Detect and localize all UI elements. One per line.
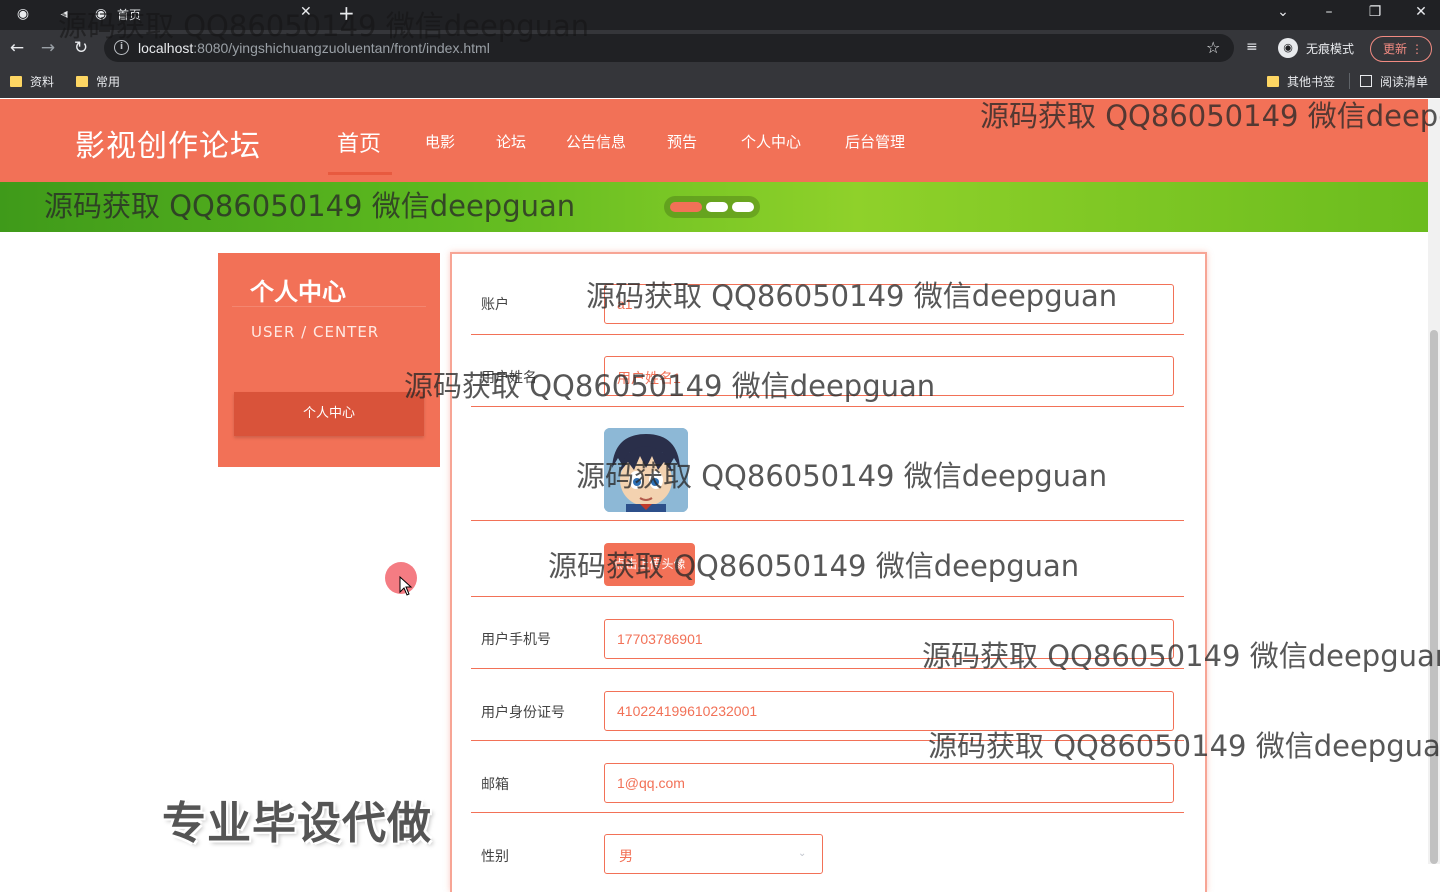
nav-active-underline [328,172,392,175]
watermark: 源码获取 QQ86050149 微信deepguan [928,729,1440,763]
update-button[interactable]: 更新 ⋮ [1370,36,1432,62]
folder-icon [76,76,88,87]
nav-home[interactable]: 首页 [337,126,381,158]
bookmark-label: 资料 [30,75,55,89]
watermark: 源码获取 QQ86050149 微信deepguan [980,99,1440,133]
update-label: 更新 [1383,42,1408,56]
folder-icon [10,76,22,87]
row-divider [471,520,1184,521]
nav-movies[interactable]: 电影 [425,131,455,152]
account-label: 账户 [481,297,509,313]
minimize-icon[interactable]: – [1319,4,1339,20]
tab-search-icon[interactable]: ⌄ [1273,4,1293,20]
gender-value: 男 [619,849,633,865]
bookmark-label: 其他书签 [1287,75,1336,89]
close-window-icon[interactable]: ✕ [1411,4,1431,20]
scrollbar-thumb[interactable] [1430,330,1438,864]
browser-logo-icon: ◉ [16,6,30,22]
watermark: 源码获取 QQ86050149 微信deepguan [58,9,590,43]
nav-admin[interactable]: 后台管理 [845,131,905,152]
row-divider [471,812,1184,813]
bookmark-folder-other[interactable]: 其他书签 [1267,74,1335,90]
bookmark-divider [1349,73,1350,89]
phone-label: 用户手机号 [481,632,551,648]
sidebar-title: 个人中心 [250,278,346,306]
incognito-indicator[interactable]: ◉ 无痕模式 [1276,36,1366,60]
chevron-down-icon: ⌄ [798,848,807,859]
email-value: 1@qq.com [617,775,685,791]
gender-label: 性别 [481,849,509,865]
bookmark-star-icon[interactable]: ☆ [1206,38,1220,57]
sidebar-user-center-button[interactable]: 个人中心 [234,392,424,436]
bookmark-folder-ziliao[interactable]: 资料 [10,74,54,90]
nav-forum[interactable]: 论坛 [496,131,526,152]
idcard-value: 410224199610232001 [617,703,758,719]
watermark: 源码获取 QQ86050149 微信deepguan [922,639,1440,673]
row-divider [471,334,1184,335]
watermark: 源码获取 QQ86050149 微信deepguan [548,549,1080,583]
row-divider [471,406,1184,407]
restore-icon[interactable]: ❐ [1365,4,1385,20]
nav-user-center[interactable]: 个人中心 [741,131,801,152]
site-title: 影视创作论坛 [75,129,261,164]
watermark: 源码获取 QQ86050149 微信deepguan [576,459,1108,493]
reading-mode-icon[interactable]: ≡ [1246,39,1258,55]
reading-list[interactable]: 阅读清单 [1360,74,1428,90]
mouse-cursor-icon [399,576,413,596]
phone-value: 17703786901 [617,631,703,647]
reading-list-icon [1360,75,1372,87]
incognito-label: 无痕模式 [1306,42,1355,56]
incognito-icon: ◉ [1278,38,1298,58]
menu-dots-icon: ⋮ [1411,42,1423,56]
carousel-dot-3[interactable] [732,202,754,212]
watermark: 源码获取 QQ86050149 微信deepguan [586,279,1118,313]
watermark: 源码获取 QQ86050149 微信deepguan [404,369,936,403]
nav-announcements[interactable]: 公告信息 [566,131,626,152]
nav-trailers[interactable]: 预告 [667,131,697,152]
gender-select[interactable] [604,834,823,874]
bookmark-label: 常用 [96,75,121,89]
email-label: 邮箱 [481,777,509,793]
promo-overlay-text: 专业毕设代做 [162,798,432,849]
sidebar-divider [232,306,426,307]
idcard-label: 用户身份证号 [481,705,565,721]
watermark: 源码获取 QQ86050149 微信deepguan [44,189,576,223]
carousel-dot-1[interactable] [670,202,702,212]
bookmark-folder-changyong[interactable]: 常用 [76,74,120,90]
carousel-dot-2[interactable] [706,202,728,212]
forward-icon[interactable]: → [38,38,58,58]
email-field[interactable] [604,763,1174,803]
folder-icon [1267,76,1279,87]
row-divider [471,596,1184,597]
back-icon[interactable]: ← [7,38,27,58]
reading-list-label: 阅读清单 [1380,75,1429,89]
sidebar-subtitle: USER / CENTER [251,323,380,341]
